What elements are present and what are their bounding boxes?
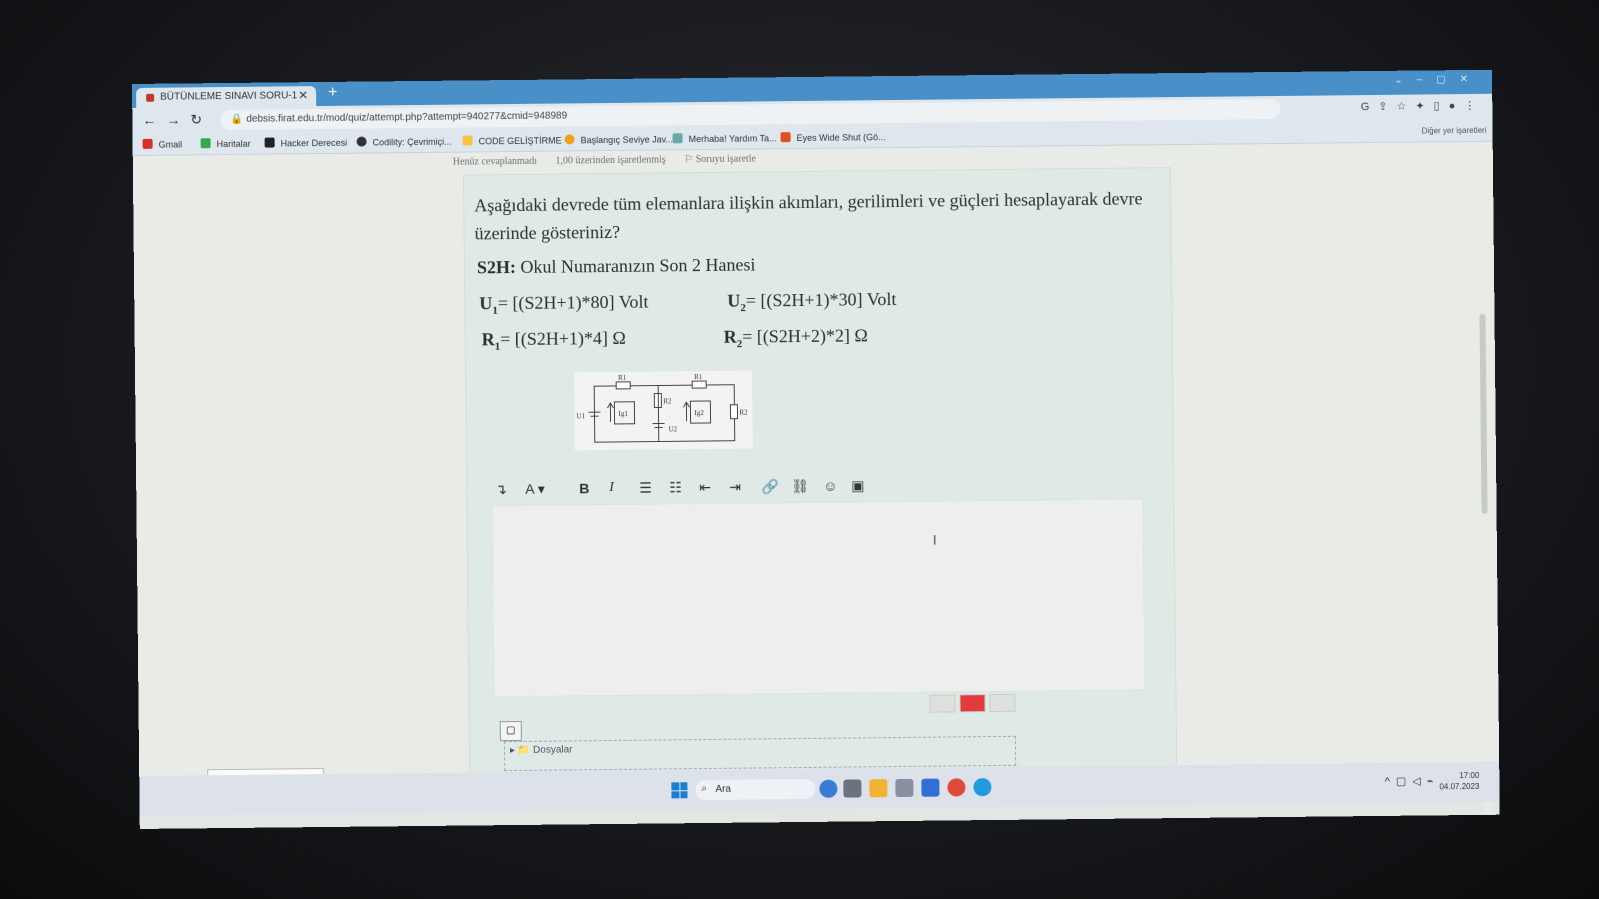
emoji-icon[interactable]: ☺ — [823, 478, 837, 494]
label-u2: U2 — [669, 425, 678, 433]
quiz-page: Henüz cevaplanmadı 1,00 üzerinden işaret… — [132, 141, 1500, 814]
label-ig1: Ig1 — [618, 410, 628, 418]
taskbar-clock[interactable]: 17:00 04.07.2023 — [1439, 770, 1479, 792]
arrow-ig1 — [606, 402, 614, 423]
file-explorer-icon[interactable] — [869, 779, 888, 798]
numbered-list-icon[interactable]: ☷ — [669, 479, 682, 496]
indent-icon[interactable]: ⇥ — [729, 479, 741, 496]
text-cursor-icon: I — [932, 531, 937, 548]
toolbar-icons[interactable]: G⇪☆✦▯●⋮ — [1361, 99, 1485, 113]
circuit-loop — [593, 384, 736, 443]
link-icon[interactable]: 🔗 — [761, 478, 779, 495]
resistor-r2-right — [729, 404, 739, 420]
answer-editor[interactable]: I — [491, 498, 1146, 698]
scroll-thumb[interactable] — [1479, 313, 1488, 514]
label-r1-left: R1 — [618, 374, 627, 382]
unlink-icon[interactable]: ⛓ — [791, 478, 809, 495]
back-icon[interactable]: ← — [142, 112, 156, 128]
view-button-3[interactable] — [989, 693, 1016, 713]
image-icon[interactable]: ▣ — [851, 477, 864, 494]
gmail-icon — [142, 138, 153, 149]
arrow-ig2 — [682, 401, 690, 422]
calculator-icon[interactable] — [895, 778, 914, 798]
bold-icon[interactable]: B — [579, 480, 589, 496]
bookmark-maps[interactable]: Haritalar — [200, 138, 251, 150]
formula-u1: U1= [(S2H+1)*80] Volt — [479, 291, 649, 317]
bookmark-help[interactable]: Merhaba! Yardım Ta... — [672, 132, 777, 144]
lock-icon: 🔒 — [230, 113, 243, 125]
editor-toolbar: ↴ A ▾ B I ☰ ☷ ⇤ ⇥ 🔗 ⛓ ☺ ▣ — [495, 475, 895, 503]
italic-icon[interactable]: I — [609, 480, 614, 496]
taskbar-search[interactable]: ⌕ Ara — [695, 778, 816, 801]
bookmark-movie[interactable]: Eyes Wide Shut (Gö... — [780, 131, 886, 143]
window-controls[interactable]: ⌄–▢✕ — [1394, 74, 1482, 86]
url-text: debsis.firat.edu.tr/mod/quiz/attempt.php… — [246, 110, 568, 125]
tab-title: BÜTÜNLEME SINAVI SORU-1 — [160, 90, 298, 103]
store-icon[interactable] — [921, 778, 940, 797]
screen: BÜTÜNLEME SINAVI SORU-1 ✕ + ⌄–▢✕ ← → ↻ 🔒… — [132, 69, 1500, 829]
formula-r1: R1= [(S2H+1)*4] Ω — [481, 327, 626, 353]
resistor-r1-left — [615, 381, 631, 390]
system-tray[interactable]: ^▢◁⌁ — [1385, 774, 1440, 788]
expand-toolbar-icon[interactable]: ↴ — [495, 481, 507, 498]
formula-u2: U2= [(S2H+1)*30] Volt — [727, 289, 897, 315]
label-ig2: Ig2 — [694, 409, 704, 417]
question-info: Henüz cevaplanmadı 1,00 üzerinden işaret… — [452, 153, 788, 168]
outdent-icon[interactable]: ⇤ — [699, 479, 711, 496]
close-tab-icon[interactable]: ✕ — [298, 88, 308, 102]
label-r2-right: R2 — [739, 409, 748, 417]
edge-icon[interactable] — [973, 778, 992, 797]
new-tab-button[interactable]: + — [328, 84, 338, 102]
formula-r2: R2= [(S2H+2)*2] Ω — [723, 325, 868, 351]
task-view-icon[interactable] — [843, 779, 862, 798]
files-folder[interactable]: ▸ 📁 Dosyalar — [510, 744, 573, 756]
maps-icon — [200, 138, 211, 149]
editor-view-buttons — [929, 693, 1019, 718]
bullet-list-icon[interactable]: ☰ — [639, 480, 652, 497]
circuit-diagram: R1 R1 R2 R2 U1 U2 Ig1 Ig2 — [574, 370, 753, 451]
help-icon — [672, 133, 683, 144]
reload-icon[interactable]: ↻ — [190, 111, 202, 128]
flag-question-link[interactable]: ⚐ Soruyu işaretle — [684, 153, 772, 165]
view-button-1[interactable] — [929, 694, 956, 713]
java-icon — [564, 134, 575, 145]
movie-icon — [780, 132, 791, 143]
browser-tab[interactable]: BÜTÜNLEME SINAVI SORU-1 ✕ — [136, 86, 317, 108]
chrome-icon[interactable] — [947, 778, 966, 797]
search-icon: ⌕ — [701, 783, 708, 795]
page-scrollbar[interactable] — [1477, 213, 1492, 814]
question-marks: 1,00 üzerinden işaretlenmiş — [555, 154, 666, 167]
add-file-button[interactable]: ▢ — [499, 720, 522, 742]
label-u1: U1 — [576, 412, 585, 420]
resistor-r1-right — [691, 380, 707, 389]
label-r2-mid: R2 — [663, 397, 672, 405]
answer-status: Henüz cevaplanmadı — [452, 155, 538, 168]
chat-app-icon[interactable] — [819, 779, 838, 798]
bookmark-codility[interactable]: Codility: Çevrimiçi... — [356, 136, 452, 148]
question-box: Aşağıdaki devrede tüm elemanlara ilişkin… — [462, 167, 1178, 775]
windows-start-icon[interactable] — [671, 782, 688, 799]
hacker-icon — [264, 137, 275, 148]
label-r1-right: R1 — [694, 373, 703, 381]
bookmark-gmail[interactable]: Gmail — [142, 138, 182, 150]
other-bookmarks[interactable]: Diğer yer işaretleri — [1422, 126, 1487, 136]
s2h-definition: S2H: Okul Numaranızın Son 2 Hanesi — [476, 254, 756, 278]
bookmark-java[interactable]: Başlangıç Seviye Jav... — [564, 133, 673, 145]
font-style-icon[interactable]: A ▾ — [525, 481, 545, 498]
file-drop-area[interactable] — [503, 735, 1017, 772]
forward-icon[interactable]: → — [166, 111, 180, 127]
tab-favicon-icon — [146, 93, 155, 102]
codility-icon — [356, 136, 367, 147]
question-text: Aşağıdaki devrede tüm elemanlara ilişkin… — [474, 188, 1143, 244]
mid-branch — [657, 385, 660, 442]
folder-icon — [462, 135, 473, 146]
bookmark-code[interactable]: CODE GELİŞTİRME — [462, 135, 562, 147]
bookmark-hacker[interactable]: Hacker Derecesi — [264, 137, 347, 149]
view-button-2[interactable] — [959, 694, 986, 713]
